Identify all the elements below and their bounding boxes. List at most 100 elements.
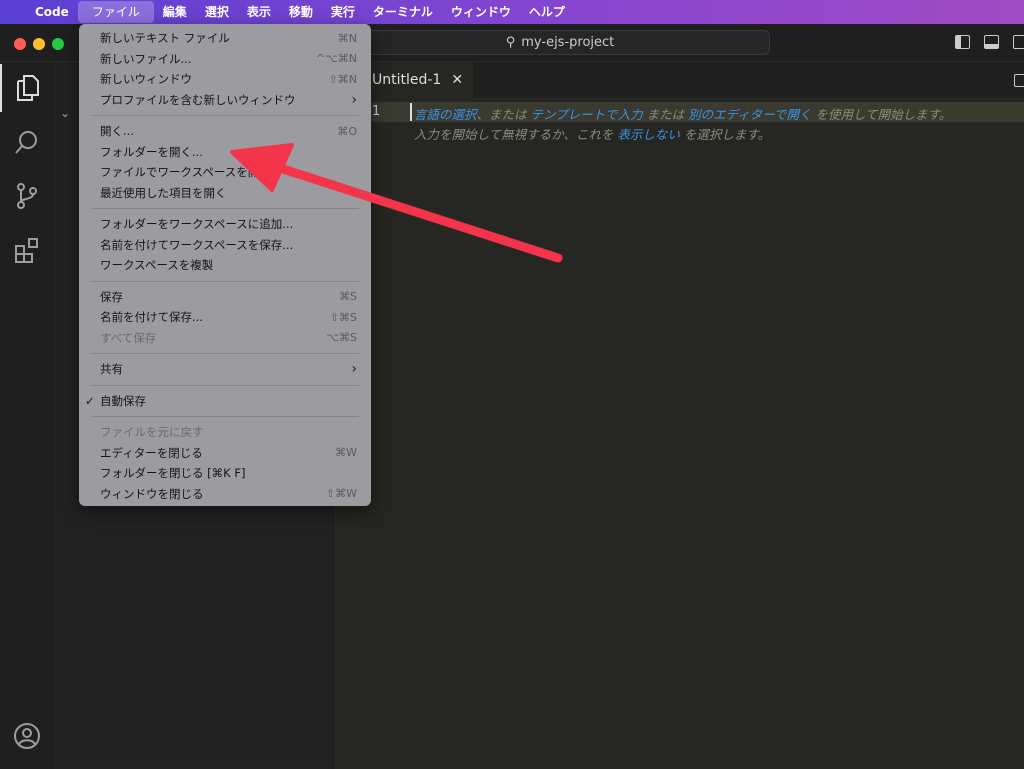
file-menu-item[interactable]: 開く... ⌘O xyxy=(79,121,371,142)
file-menu-item[interactable]: プロファイルを含む新しいウィンドウ › xyxy=(79,90,371,111)
empty-editor-hint-line1: 言語の選択、または テンプレートで入力 または 別のエディターで開く を使用して… xyxy=(414,104,951,123)
file-menu-item[interactable]: 名前を付けてワークスペースを保存... xyxy=(79,235,371,256)
menu-item-label: 名前を付けて保存... xyxy=(100,310,203,325)
file-menu-item[interactable]: 新しいウィンドウ ⇧⌘N xyxy=(79,69,371,90)
menu-separator xyxy=(91,416,359,417)
menu-item-label: 最近使用した項目を開く xyxy=(100,185,227,200)
menu-2[interactable]: 選択 xyxy=(196,1,238,23)
file-menu-item: ファイルを元に戻す xyxy=(79,422,371,443)
workspace-name: my-ejs-project xyxy=(521,35,615,50)
menu-item-label: 開く... xyxy=(100,124,134,139)
menu-7[interactable]: ウィンドウ xyxy=(442,1,520,23)
hint-text: 、または xyxy=(476,107,531,122)
hint-text: を使用して開始します。 xyxy=(811,107,952,122)
file-menu-item[interactable]: フォルダーを閉じる [⌘K F] xyxy=(79,463,371,484)
empty-editor-hint-line2: 入力を開始して無視するか、これを 表示しない を選択します。 xyxy=(414,124,770,143)
file-menu-item: すべて保存 ⌥⌘S xyxy=(79,328,371,349)
file-menu-dropdown: 新しいテキスト ファイル ⌘N 新しいファイル... ^⌥⌘N 新しいウィンドウ ⇧⌘N プ… xyxy=(79,24,371,506)
extensions-icon[interactable] xyxy=(0,226,54,274)
menu-item-label: ウィンドウを閉じる xyxy=(100,486,204,501)
tab-title: Untitled-1 xyxy=(372,72,442,88)
tab-bar: Untitled-1 ✕ xyxy=(336,62,1024,98)
hint-link[interactable]: テンプレートで入力 xyxy=(531,107,643,122)
menu-0[interactable]: ファイル xyxy=(77,1,154,23)
menu-item-label: プロファイルを含む新しいウィンドウ xyxy=(100,92,296,107)
activity-bar xyxy=(0,62,54,769)
hint-text: を選択します。 xyxy=(679,127,771,142)
editor-area: Untitled-1 ✕ 1 言語の選択、または テンプレートで入力 または 別の… xyxy=(336,62,1024,769)
menu-1[interactable]: 編集 xyxy=(154,1,196,23)
file-menu-item[interactable]: 新しいファイル... ^⌥⌘N xyxy=(79,49,371,70)
menu-8[interactable]: ヘルプ xyxy=(520,1,574,23)
menu-item-label: フォルダーを開く... xyxy=(100,144,203,159)
checkmark-icon: ✓ xyxy=(85,393,95,408)
menu-item-label: 新しいテキスト ファイル xyxy=(100,31,230,46)
file-menu-item[interactable]: 新しいテキスト ファイル ⌘N xyxy=(79,28,371,49)
toggle-sidebar-icon[interactable] xyxy=(955,35,970,49)
text-cursor xyxy=(410,103,412,121)
file-menu-item[interactable]: フォルダーをワークスペースに追加... xyxy=(79,214,371,235)
menu-item-shortcut: ⇧⌘S xyxy=(329,310,357,324)
file-menu-item[interactable]: 共有 › xyxy=(79,359,371,380)
close-tab-icon[interactable]: ✕ xyxy=(451,72,463,88)
menu-item-shortcut: ⌘S xyxy=(339,290,357,304)
menu-item-label: 新しいウィンドウ xyxy=(100,72,192,87)
search-icon: ⚲ xyxy=(505,35,516,50)
hint-link[interactable]: 別のエディターで開く xyxy=(688,107,811,122)
command-center-search[interactable]: ⚲ my-ejs-project xyxy=(350,30,770,55)
source-control-icon[interactable] xyxy=(0,172,54,220)
tab-untitled-1[interactable]: Untitled-1 ✕ xyxy=(366,62,474,98)
close-window-button[interactable] xyxy=(14,38,26,50)
menu-item-shortcut: ^⌥⌘N xyxy=(315,52,357,66)
menu-item-label: エディターを閉じる xyxy=(100,445,203,460)
menu-item-label: フォルダーをワークスペースに追加... xyxy=(100,217,294,232)
menu-separator xyxy=(91,384,359,386)
menu-6[interactable]: ターミナル xyxy=(364,1,442,23)
chevron-right-icon: › xyxy=(351,361,357,378)
toggle-secondary-sidebar-icon[interactable] xyxy=(1013,35,1024,49)
toggle-panel-icon[interactable] xyxy=(984,35,999,49)
file-menu-item[interactable]: ワークスペースを複製 xyxy=(79,255,371,276)
zoom-window-button[interactable] xyxy=(52,38,64,50)
menu-separator xyxy=(91,208,359,209)
menu-item-label: 自動保存 xyxy=(100,393,146,408)
menu-item-shortcut: ⌘O xyxy=(337,124,357,138)
file-menu-item[interactable]: 名前を付けて保存... ⇧⌘S xyxy=(79,307,371,328)
menu-item-label: フォルダーを閉じる [⌘K F] xyxy=(100,466,246,481)
hint-text: または xyxy=(642,107,689,122)
hint-link[interactable]: 言語の選択 xyxy=(414,107,477,122)
file-menu-item[interactable]: ウィンドウを閉じる ⇧⌘W xyxy=(79,484,371,505)
menu-4[interactable]: 移動 xyxy=(280,1,322,23)
file-menu-item[interactable]: フォルダーを開く... xyxy=(79,142,371,163)
minimize-window-button[interactable] xyxy=(33,38,45,50)
menu-item-shortcut: ⌘N xyxy=(337,31,357,45)
split-editor-icon[interactable] xyxy=(1014,74,1024,87)
file-menu-item[interactable]: 保存 ⌘S xyxy=(79,287,371,308)
macos-menu-bar: Code ファイル 編集 選択 表示 移動 実行 ターミナル ウィンドウ ヘルプ xyxy=(0,0,1024,24)
file-menu-item[interactable]: エディターを閉じる ⌘W xyxy=(79,443,371,464)
menu-item-label: すべて保存 xyxy=(100,330,157,345)
line-number: 1 xyxy=(372,104,381,119)
menu-item-shortcut: ⇧⌘N xyxy=(328,72,357,86)
menu-item-label: ファイルを元に戻す xyxy=(100,425,204,440)
accounts-icon[interactable] xyxy=(0,712,54,760)
menu-5[interactable]: 実行 xyxy=(322,1,364,23)
menu-item-shortcut: ⌥⌘S xyxy=(326,331,357,345)
file-menu-item[interactable]: ファイルでワークスペースを開く... xyxy=(79,162,371,183)
menu-item-label: ワークスペースを複製 xyxy=(100,258,214,273)
menu-separator xyxy=(91,280,359,282)
menu-item-label: 名前を付けてワークスペースを保存... xyxy=(100,237,294,252)
search-icon[interactable] xyxy=(0,118,54,166)
menu-item-label: 新しいファイル... xyxy=(100,51,192,66)
explorer-icon[interactable] xyxy=(0,64,54,112)
menu-item-label: ファイルでワークスペースを開く... xyxy=(100,165,282,180)
chevron-right-icon: › xyxy=(351,91,357,108)
menu-3[interactable]: 表示 xyxy=(238,1,280,23)
menu-app[interactable]: Code xyxy=(26,1,78,23)
file-menu-item[interactable]: ✓ 自動保存 xyxy=(79,391,371,412)
chevron-down-icon[interactable]: ⌄ xyxy=(60,106,70,120)
menu-item-shortcut: ⌘W xyxy=(335,446,357,460)
file-menu-item[interactable]: 最近使用した項目を開く xyxy=(79,183,371,204)
menu-item-shortcut: ⇧⌘W xyxy=(325,487,357,501)
hint-link[interactable]: 表示しない xyxy=(617,127,680,142)
